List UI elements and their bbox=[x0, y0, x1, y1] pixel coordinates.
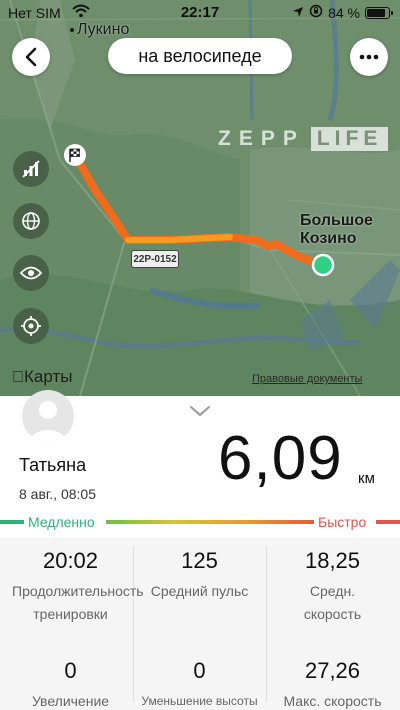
battery-percent: 84 % bbox=[328, 4, 360, 21]
stat-value: 18,25 bbox=[304, 548, 361, 573]
stat-value: 0 bbox=[64, 658, 77, 683]
distance-value: 6,09 bbox=[218, 424, 343, 493]
stat-label: Продолжительность тренировки bbox=[12, 583, 144, 622]
pace-scale-slow-segment bbox=[0, 520, 24, 524]
chevron-left-icon bbox=[25, 47, 37, 67]
eye-icon bbox=[20, 266, 42, 280]
stat-label: Увеличение bbox=[31, 693, 110, 709]
stat-label: Средн. скорость bbox=[303, 583, 362, 622]
map-provider-label: Карты bbox=[12, 367, 72, 386]
zepp-life-watermark: ZEPP LIFE bbox=[218, 127, 389, 151]
orientation-lock-icon bbox=[309, 4, 323, 21]
chevron-down-icon bbox=[190, 406, 210, 417]
pace-slow-label: Медленно bbox=[28, 514, 95, 530]
stat-avg-heart-rate: 125 Средний пульс bbox=[133, 548, 266, 603]
collapse-sheet-button[interactable] bbox=[189, 404, 211, 422]
activity-mode-pill[interactable]: на велосипеде bbox=[108, 38, 292, 74]
location-arrow-icon bbox=[292, 5, 304, 21]
locate-button[interactable] bbox=[13, 308, 49, 344]
stats-grid: 20:02 Продолжительность тренировки 125 С… bbox=[0, 538, 400, 710]
ellipsis-icon bbox=[359, 54, 379, 60]
distance-unit: км bbox=[358, 470, 375, 487]
route-line bbox=[74, 156, 324, 269]
place-label-kozino: Большое Козино bbox=[300, 212, 373, 247]
start-marker bbox=[311, 253, 335, 277]
stat-value: 0 bbox=[193, 658, 206, 683]
place-dot-icon bbox=[70, 27, 74, 32]
locate-icon bbox=[21, 316, 41, 336]
globe-icon bbox=[22, 212, 40, 230]
segments-icon bbox=[22, 160, 40, 178]
workout-date: 8 авг., 08:05 bbox=[19, 486, 96, 502]
stat-value: 27,26 bbox=[304, 658, 361, 683]
more-options-button[interactable] bbox=[350, 38, 388, 76]
stat-label: Уменьшение высоты bbox=[141, 694, 258, 708]
pace-fast-label: Быстро bbox=[318, 514, 367, 530]
stat-value: 20:02 bbox=[42, 548, 99, 573]
battery-icon bbox=[365, 6, 393, 19]
segments-toggle-button[interactable] bbox=[13, 151, 49, 187]
legal-link[interactable]: Правовые документы bbox=[252, 373, 362, 385]
stat-max-speed: 27,26 Макс. скорость bbox=[266, 658, 399, 710]
stat-duration: 20:02 Продолжительность тренировки bbox=[4, 548, 144, 626]
pace-scale-fast-segment bbox=[376, 520, 400, 524]
user-name: Татьяна bbox=[19, 455, 87, 475]
visibility-toggle-button[interactable] bbox=[13, 255, 49, 291]
back-button[interactable] bbox=[12, 38, 50, 76]
route-map[interactable]: Нет SIM 22:17 84 % на велосипеде Лукино … bbox=[0, 0, 400, 396]
stat-value: 125 bbox=[181, 548, 218, 573]
stat-elevation-loss: 0 Уменьшение высоты bbox=[133, 658, 266, 710]
stat-avg-speed: 18,25 Средн. скорость bbox=[266, 548, 399, 626]
place-label-lukino: Лукино bbox=[70, 21, 129, 39]
stat-elevation-gain: 0 Увеличение bbox=[4, 658, 137, 710]
stat-label: Макс. скорость bbox=[283, 693, 382, 709]
finish-flag-icon bbox=[64, 144, 86, 166]
status-bar: Нет SIM 22:17 84 % bbox=[0, 0, 400, 26]
user-silhouette-icon bbox=[30, 401, 66, 442]
avatar[interactable] bbox=[22, 390, 74, 442]
map-type-button[interactable] bbox=[13, 203, 49, 239]
stat-label: Средний пульс bbox=[150, 583, 249, 599]
apple-logo-icon:  bbox=[12, 369, 24, 386]
road-number-badge: 22Р-0152 bbox=[131, 250, 179, 268]
pace-scale-gradient bbox=[106, 520, 314, 524]
